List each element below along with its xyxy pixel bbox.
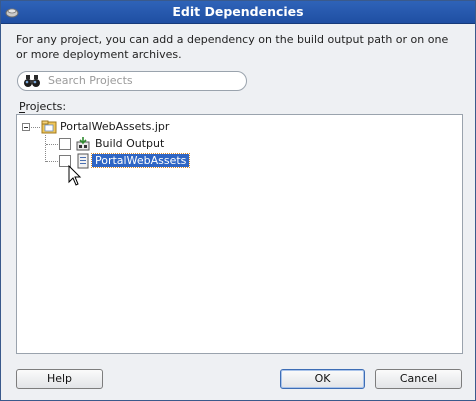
binoculars-icon xyxy=(24,75,40,87)
tree-connector xyxy=(31,127,40,128)
dialog-title: Edit Dependencies xyxy=(172,4,304,19)
title-bar[interactable]: Edit Dependencies xyxy=(1,1,475,24)
mouse-cursor-icon xyxy=(68,165,82,186)
search-input[interactable] xyxy=(48,73,238,88)
cancel-button[interactable]: Cancel xyxy=(375,369,462,389)
tree-connector xyxy=(46,161,58,162)
collapse-toggle-icon[interactable] xyxy=(22,123,30,131)
description-text: For any project, you can add a dependenc… xyxy=(16,33,449,61)
build-output-icon xyxy=(76,137,90,151)
build-output-checkbox[interactable] xyxy=(59,138,71,150)
mnemonic-underline xyxy=(19,112,25,113)
projects-label: Projects: xyxy=(19,100,66,113)
tree-node-label: Build Output xyxy=(95,137,165,150)
help-button[interactable]: Help xyxy=(16,369,103,389)
tree-node-label: PortalWebAssets.jpr xyxy=(60,120,170,133)
tree-node-build-output[interactable]: Build Output xyxy=(95,136,164,152)
tree-node-label: PortalWebAssets xyxy=(90,153,191,168)
tree-connector xyxy=(45,135,46,162)
ok-button-label: OK xyxy=(314,372,331,385)
ok-button[interactable]: OK xyxy=(280,369,365,389)
project-folder-icon xyxy=(41,120,57,134)
tree-node-project[interactable]: PortalWebAssets.jpr xyxy=(60,119,169,135)
help-button-label: Help xyxy=(46,372,73,385)
tree-connector xyxy=(46,144,58,145)
projects-tree[interactable]: PortalWebAssets.jpr Build Output PortalW… xyxy=(16,114,463,354)
edit-dependencies-dialog: Edit Dependencies For any project, you c… xyxy=(0,0,476,401)
projects-label-text: Projects: xyxy=(19,100,67,113)
cancel-button-label: Cancel xyxy=(399,372,438,385)
tree-node-portalwebassets[interactable]: PortalWebAssets xyxy=(90,153,191,169)
search-box[interactable] xyxy=(17,71,247,91)
